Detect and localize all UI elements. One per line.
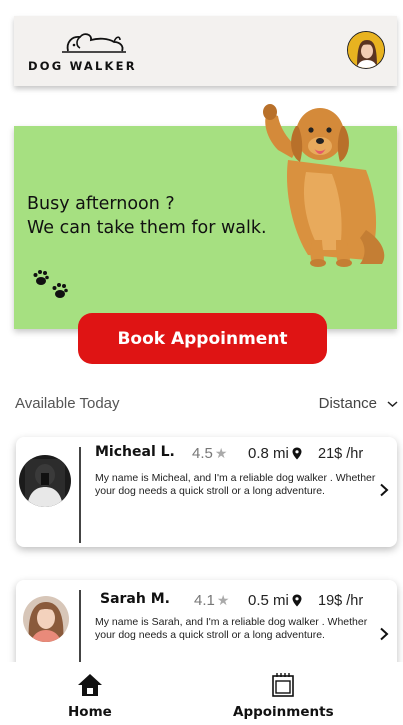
golden-retriever-illustration	[263, 104, 385, 267]
walker-distance: 0.8 mi	[248, 445, 302, 462]
distance-value: 0.5 mi	[248, 592, 289, 609]
user-avatar[interactable]	[347, 31, 385, 69]
logo-text: DOG WALKER	[28, 59, 137, 73]
list-header: Available Today Distance	[15, 395, 400, 415]
user-avatar-icon	[348, 32, 384, 68]
walker-photo-icon	[23, 596, 69, 642]
walker-photo	[19, 455, 71, 507]
star-icon: ★	[216, 592, 230, 608]
nav-appointments-label: Appoinments	[233, 704, 334, 720]
walker-price: 21$ /hr	[318, 446, 364, 462]
sleeping-dog-logo-icon	[62, 33, 126, 53]
walker-bio: My name is Sarah, and I'm a reliable dog…	[95, 616, 368, 641]
distance-value: 0.8 mi	[248, 445, 289, 462]
paw-prints-icon	[33, 270, 68, 298]
walker-price: 19$ /hr	[318, 593, 364, 609]
chevron-right-icon[interactable]	[377, 483, 391, 497]
walker-distance: 0.5 mi	[248, 592, 302, 609]
chevron-right-icon[interactable]	[377, 627, 391, 641]
home-icon	[77, 674, 102, 696]
walker-photo-icon	[19, 455, 71, 507]
chevron-down-icon	[387, 400, 398, 407]
star-icon: ★	[214, 445, 228, 461]
nav-home-label: Home	[68, 704, 112, 720]
calendar-icon	[272, 673, 295, 697]
nav-home[interactable]: Home	[68, 672, 112, 720]
walker-name: Micheal L.	[95, 444, 175, 460]
location-pin-icon	[292, 594, 302, 607]
walker-name: Sarah M.	[100, 591, 170, 607]
location-pin-icon	[292, 447, 302, 460]
walker-rating: 4.1 ★	[194, 592, 229, 609]
dog-walker-logo[interactable]: DOG WALKER	[28, 30, 148, 74]
walker-rating: 4.5 ★	[192, 445, 227, 462]
available-today-label: Available Today	[15, 395, 120, 412]
distance-sort-label: Distance	[318, 395, 377, 412]
rating-value: 4.5	[192, 445, 213, 462]
walker-photo	[23, 596, 69, 642]
walker-card[interactable]: Micheal L. 4.5 ★ 0.8 mi 21$ /hr My name …	[16, 437, 397, 547]
walker-bio: My name is Micheal, and I'm a reliable d…	[95, 472, 376, 497]
bottom-navigation: Home Appoinments	[0, 662, 403, 725]
distance-sort-dropdown[interactable]: Distance	[319, 395, 398, 412]
book-appointment-button[interactable]: Book Appoinment	[78, 313, 327, 364]
rating-value: 4.1	[194, 592, 215, 609]
nav-appointments[interactable]: Appoinments	[233, 672, 334, 720]
card-divider	[79, 447, 81, 543]
app-header: DOG WALKER	[14, 16, 397, 86]
